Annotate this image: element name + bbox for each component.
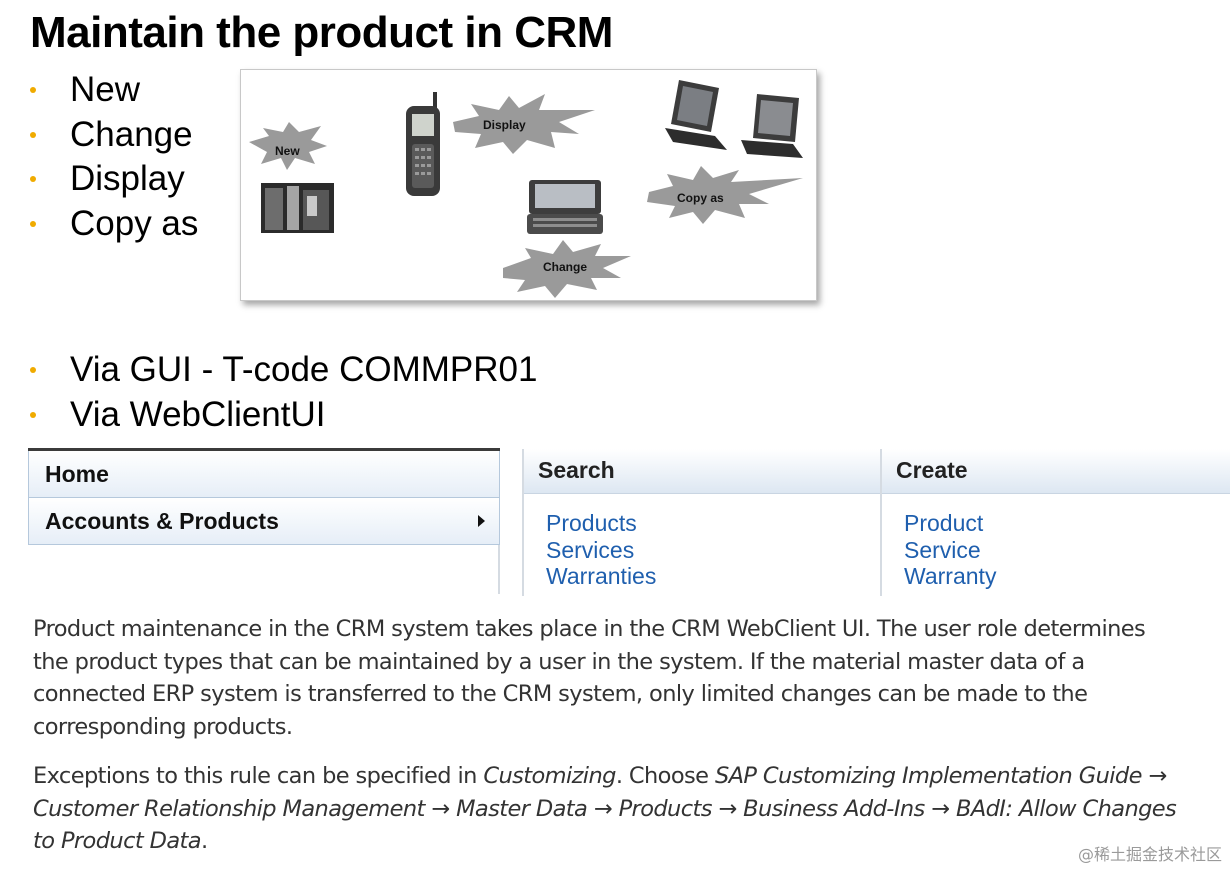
- choose-text: . Choose: [615, 763, 715, 789]
- create-header: Create: [882, 449, 1230, 494]
- bullet-dot-icon: [30, 176, 36, 182]
- bullet-dot-icon: [30, 411, 36, 418]
- product-illustration: New Display Copy as Change: [240, 69, 817, 301]
- bullet-item: Display: [30, 157, 198, 202]
- copy-as-burst-icon: [647, 166, 803, 224]
- create-column: Create Product Service Warranty: [880, 449, 1230, 596]
- nav-item-home[interactable]: Home: [28, 451, 500, 498]
- bullet-item: Via WebClientUI: [30, 393, 537, 438]
- search-link-services[interactable]: Services: [546, 537, 880, 564]
- photo-icon: [261, 183, 334, 233]
- search-header: Search: [524, 449, 880, 494]
- nav-item-accounts-products[interactable]: Accounts & Products: [28, 498, 500, 545]
- create-links: Product Service Warranty: [882, 494, 1230, 590]
- new-burst-label: New: [275, 144, 300, 158]
- exceptions-paragraph: Exceptions to this rule can be specified…: [33, 760, 1183, 858]
- nav-item-label: Accounts & Products: [45, 508, 279, 534]
- access-list: Via GUI - T-code COMMPR01 Via WebClientU…: [30, 348, 537, 437]
- bullet-dot-icon: [30, 87, 36, 93]
- webclient-navigation-bar: Home Accounts & Products: [28, 448, 500, 599]
- bullet-dot-icon: [30, 131, 36, 138]
- bullet-text: Via GUI - T-code COMMPR01: [70, 350, 538, 389]
- bullet-text: Change: [70, 114, 193, 154]
- create-link-warranty[interactable]: Warranty: [904, 563, 1230, 590]
- bullet-text: Copy as: [70, 203, 199, 243]
- search-column: Search Products Services Warranties: [522, 449, 880, 596]
- bullet-item: Via GUI - T-code COMMPR01: [30, 348, 537, 393]
- create-link-service[interactable]: Service: [904, 537, 1230, 564]
- nav-empty-area: [28, 545, 500, 594]
- laptop-icon: [741, 94, 803, 158]
- watermark: @稀土掘金技术社区: [1077, 845, 1222, 864]
- nav-item-label: Home: [45, 461, 109, 487]
- chevron-right-icon: [478, 515, 485, 527]
- search-link-products[interactable]: Products: [546, 510, 880, 537]
- copy-as-burst-label: Copy as: [677, 191, 724, 205]
- bullet-item: New: [30, 68, 198, 113]
- bullet-dot-icon: [30, 220, 36, 227]
- search-links: Products Services Warranties: [524, 494, 880, 590]
- bullet-text: Display: [70, 159, 185, 198]
- search-link-warranties[interactable]: Warranties: [546, 563, 880, 590]
- period: .: [200, 828, 208, 854]
- page-title: Maintain the product in CRM: [30, 8, 613, 57]
- illustration-canvas: New Display Copy as Change: [249, 80, 803, 298]
- bullet-item: Copy as: [30, 202, 198, 247]
- laptop-icon: [665, 80, 727, 150]
- bullet-text: Via WebClientUI: [70, 394, 326, 434]
- create-link-product[interactable]: Product: [904, 510, 1230, 537]
- display-burst-label: Display: [483, 118, 526, 132]
- exceptions-prefix: Exceptions to this rule can be specified…: [33, 763, 484, 789]
- customizing-term: Customizing: [483, 763, 616, 789]
- mobile-phone-icon: [406, 92, 440, 196]
- bullet-dot-icon: [30, 367, 36, 373]
- bullet-item: Change: [30, 113, 198, 158]
- bullet-text: New: [70, 70, 141, 109]
- handheld-device-icon: [527, 180, 603, 234]
- operations-list: New Change Display Copy as: [30, 68, 198, 246]
- description-paragraph: Product maintenance in the CRM system ta…: [33, 616, 1146, 740]
- change-burst-label: Change: [543, 260, 587, 274]
